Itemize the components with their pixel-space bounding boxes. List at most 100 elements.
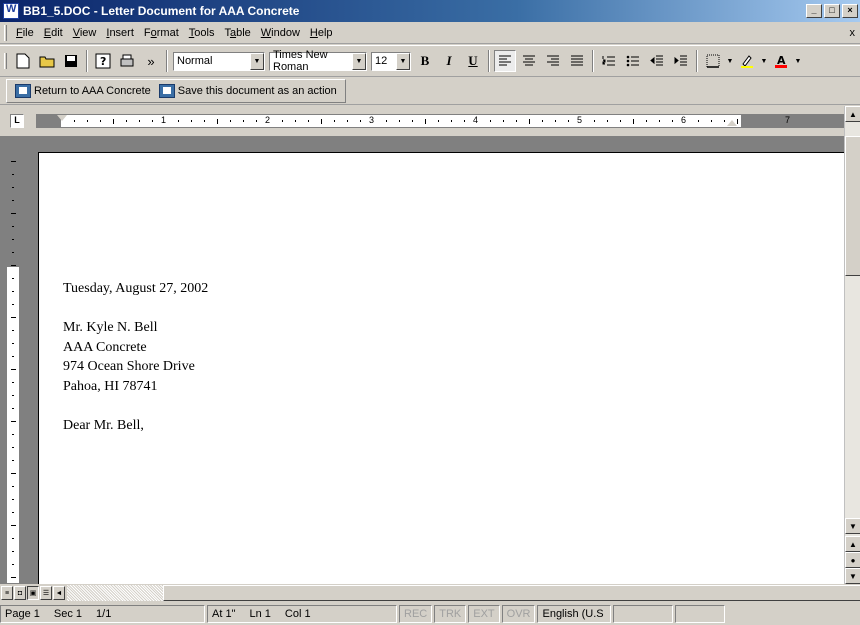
status-trk[interactable]: TRK <box>434 605 467 623</box>
return-to-company-button[interactable]: Return to AAA Concrete <box>11 84 155 98</box>
recipient-company: AAA Concrete <box>63 339 147 355</box>
menu-insert[interactable]: Insert <box>101 27 139 39</box>
print-layout-view-icon[interactable]: ▣ <box>27 586 39 600</box>
menu-table[interactable]: Table <box>219 27 255 39</box>
status-ovr[interactable]: OVR <box>501 605 536 623</box>
horizontal-scrollbar[interactable] <box>67 585 860 601</box>
font-color-icon[interactable]: A <box>770 50 792 72</box>
ruler-tick <box>100 120 101 122</box>
chevron-down-icon[interactable]: ▼ <box>250 52 264 70</box>
menu-grip[interactable] <box>4 25 7 41</box>
scroll-down-icon[interactable]: ▼ <box>845 518 860 534</box>
ruler-tick <box>11 577 16 578</box>
menu-format[interactable]: Format <box>139 27 184 39</box>
decrease-indent-icon[interactable] <box>646 50 668 72</box>
ruler-tick <box>12 434 14 435</box>
ruler-tick <box>438 120 439 122</box>
ruler-tick <box>464 120 465 122</box>
maximize-button[interactable]: □ <box>824 4 840 18</box>
chevron-down-icon[interactable]: ▼ <box>760 50 768 72</box>
first-line-indent-marker[interactable] <box>57 115 67 121</box>
ruler-row: L 1 2 3 4 5 6 7 <box>0 106 860 136</box>
close-button[interactable]: × <box>842 4 858 18</box>
align-left-icon[interactable] <box>494 50 516 72</box>
ruler-tick <box>360 120 361 122</box>
scroll-up-icon[interactable]: ▲ <box>845 106 860 122</box>
document-page[interactable]: Tuesday, August 27, 2002 Mr. Kyle N. Bel… <box>38 152 844 584</box>
ruler-tick <box>139 120 140 122</box>
menu-help[interactable]: Help <box>305 27 338 39</box>
letter-body[interactable]: Tuesday, August 27, 2002 Mr. Kyle N. Bel… <box>63 279 208 435</box>
status-page: Page 1 <box>5 608 40 620</box>
vertical-scroll-thumb[interactable] <box>845 136 860 276</box>
ruler-tick <box>542 120 543 122</box>
save-disk-icon[interactable] <box>60 50 82 72</box>
return-label: Return to AAA Concrete <box>34 85 151 97</box>
web-layout-view-icon[interactable]: ◘ <box>14 586 26 600</box>
previous-page-icon[interactable]: ▲ <box>845 536 860 552</box>
align-right-icon[interactable] <box>542 50 564 72</box>
ruler-tick <box>204 120 205 122</box>
open-folder-icon[interactable] <box>36 50 58 72</box>
more-buttons-icon[interactable]: » <box>140 50 162 72</box>
justify-icon[interactable] <box>566 50 588 72</box>
scroll-left-icon[interactable]: ◄ <box>53 586 65 600</box>
menu-tools[interactable]: Tools <box>184 27 220 39</box>
select-browse-object-icon[interactable]: ● <box>845 552 860 568</box>
ruler-tick <box>12 499 14 500</box>
bold-button[interactable]: B <box>414 50 436 72</box>
ruler-tick <box>152 120 153 122</box>
ruler-tick <box>594 120 595 122</box>
word-document-icon[interactable] <box>3 3 19 19</box>
menu-window[interactable]: Window <box>256 27 305 39</box>
toolbar-grip[interactable] <box>4 53 7 69</box>
vertical-scrollbar[interactable]: ▲ ▼ ▲ ● ▼ <box>844 106 860 596</box>
save-as-action-button[interactable]: Save this document as an action <box>155 84 341 98</box>
ruler-tick <box>11 265 16 266</box>
status-page-of: 1/1 <box>96 608 112 620</box>
new-document-icon[interactable] <box>12 50 34 72</box>
underline-button[interactable]: U <box>462 50 484 72</box>
status-language[interactable]: English (U.S <box>537 605 612 623</box>
chevron-down-icon[interactable]: ▼ <box>794 50 802 72</box>
status-rec[interactable]: REC <box>399 605 433 623</box>
ruler-tick <box>12 551 14 552</box>
ruler-tick <box>12 356 14 357</box>
style-select[interactable]: Normal ▼ <box>173 51 265 71</box>
print-icon[interactable] <box>116 50 138 72</box>
tab-selector[interactable]: L <box>10 114 24 128</box>
right-indent-marker[interactable] <box>727 120 737 126</box>
horizontal-scroll-thumb[interactable] <box>163 585 860 601</box>
letter-date: Tuesday, August 27, 2002 <box>63 281 209 296</box>
numbered-list-icon[interactable] <box>598 50 620 72</box>
horizontal-ruler[interactable]: 1 2 3 4 5 6 7 <box>36 114 844 128</box>
increase-indent-icon[interactable] <box>670 50 692 72</box>
status-spelling-cell[interactable] <box>613 605 674 623</box>
status-bar: Page 1 Sec 1 1/1 At 1" Ln 1 Col 1 REC TR… <box>0 603 860 625</box>
align-center-icon[interactable] <box>518 50 540 72</box>
bullet-list-icon[interactable] <box>622 50 644 72</box>
outline-view-icon[interactable]: ☰ <box>40 586 52 600</box>
close-document-button[interactable]: x <box>845 27 860 39</box>
font-select[interactable]: Times New Roman ▼ <box>269 49 367 73</box>
status-ext[interactable]: EXT <box>468 605 500 623</box>
chevron-down-icon[interactable]: ▼ <box>396 52 410 70</box>
ruler-number: 4 <box>473 115 479 125</box>
help-icon[interactable]: ? <box>92 50 114 72</box>
ruler-tick <box>12 226 14 227</box>
italic-button[interactable]: I <box>438 50 460 72</box>
next-page-icon[interactable]: ▼ <box>845 568 860 584</box>
ruler-tick <box>126 120 127 122</box>
vertical-ruler[interactable] <box>6 146 20 584</box>
highlight-icon[interactable] <box>736 50 758 72</box>
font-size-select[interactable]: 12 ▼ <box>371 51 411 71</box>
menu-edit[interactable]: Edit <box>39 27 68 39</box>
menu-view[interactable]: View <box>68 27 102 39</box>
chevron-down-icon[interactable]: ▼ <box>352 52 366 70</box>
minimize-button[interactable]: _ <box>806 4 822 18</box>
chevron-down-icon[interactable]: ▼ <box>726 50 734 72</box>
menu-file[interactable]: File <box>11 27 39 39</box>
borders-icon[interactable] <box>702 50 724 72</box>
normal-view-icon[interactable]: ≡ <box>1 586 13 600</box>
ruler-tick <box>256 120 257 122</box>
